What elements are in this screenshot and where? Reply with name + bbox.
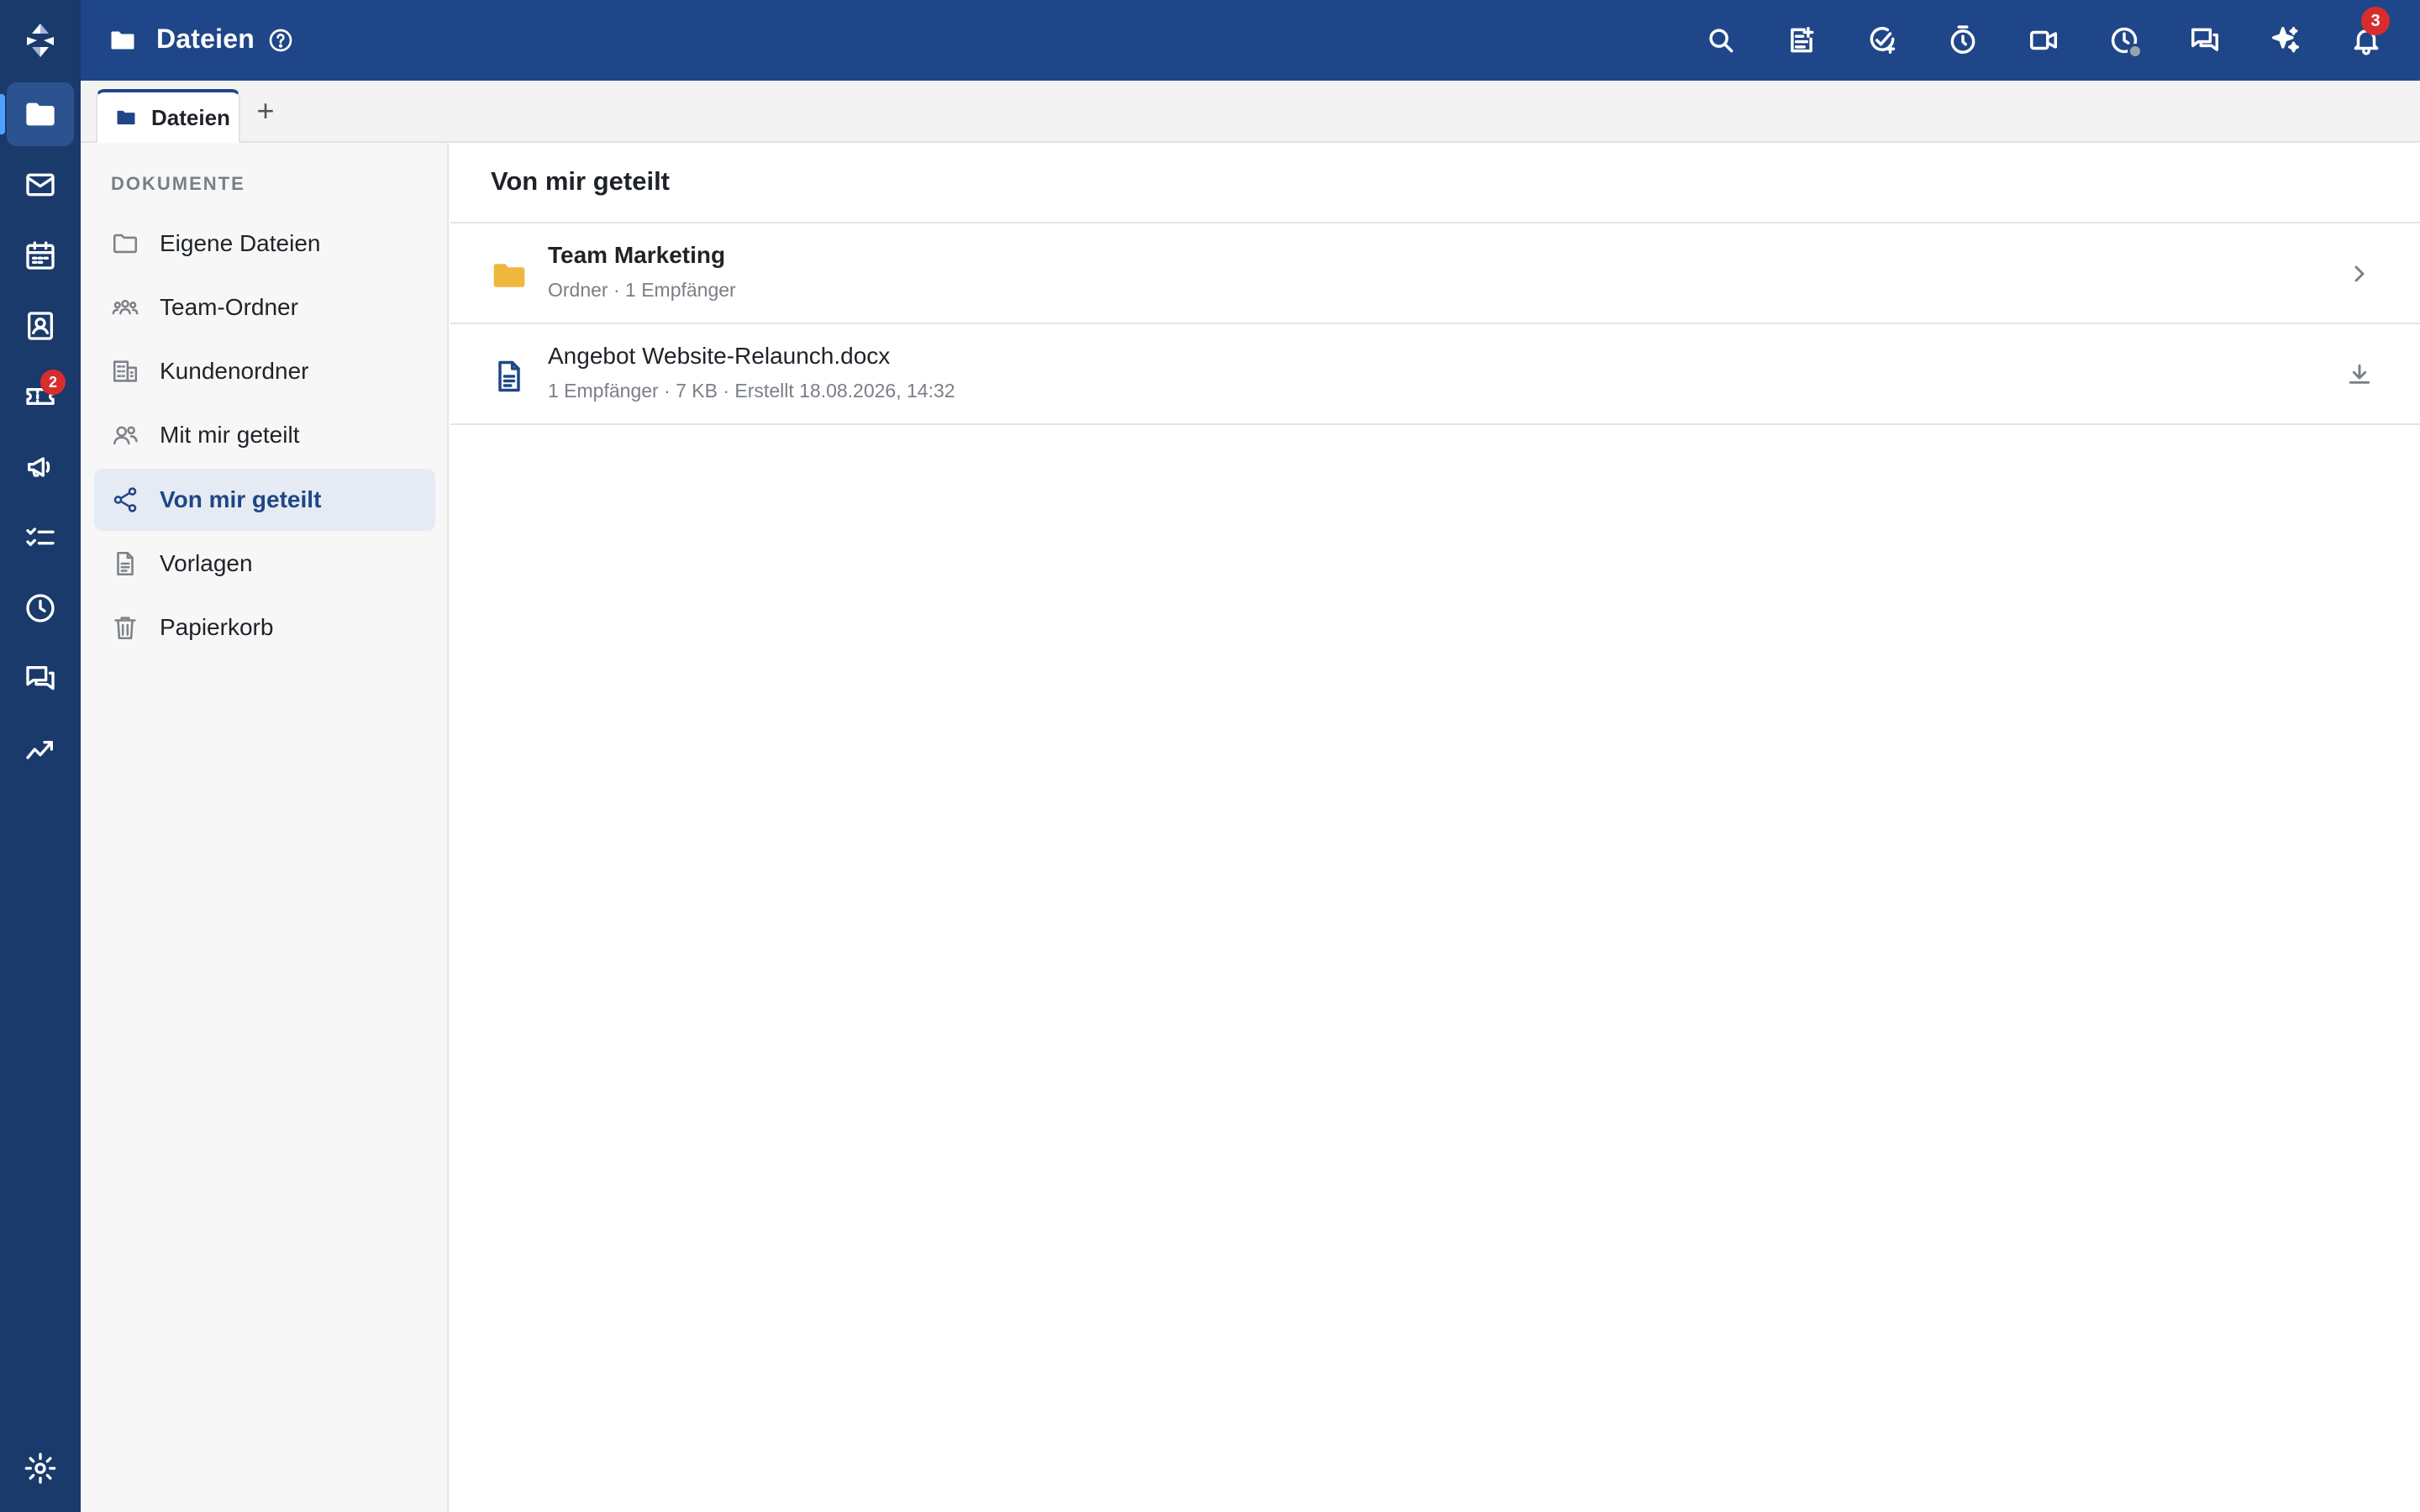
calendar-icon	[26, 241, 55, 270]
sidebar-item-von-mir-geteilt[interactable]: Von mir geteilt	[94, 469, 435, 531]
tab-label: Dateien	[151, 104, 230, 130]
new-task-button[interactable]	[1864, 22, 1901, 59]
contacts-icon	[28, 312, 53, 340]
list-item[interactable]: Angebot Website-Relaunch.docx 1 Empfänge…	[450, 324, 2420, 425]
folder-icon	[111, 31, 134, 50]
download-icon	[2349, 364, 2370, 384]
rail-item-tickets[interactable]: 2	[7, 365, 74, 428]
tasks-icon	[26, 528, 55, 546]
messages-icon	[2191, 28, 2218, 51]
tab-dateien[interactable]: Dateien	[96, 89, 240, 143]
search-icon	[1709, 29, 1733, 53]
video-icon	[2030, 30, 2057, 50]
folder-outline-icon	[113, 234, 138, 254]
sidebar-item-vorlagen[interactable]: Vorlagen	[94, 533, 435, 595]
top-bar: Dateien 3 ML	[81, 0, 2420, 81]
main-content: Von mir geteilt Team Marketing Ordner · …	[450, 143, 2420, 1512]
tickets-badge: 2	[40, 370, 66, 395]
rail-item-time[interactable]	[7, 576, 74, 640]
share-icon	[113, 487, 137, 512]
file-name: Team Marketing	[548, 242, 726, 268]
mail-icon	[26, 173, 55, 197]
sidebar-item-eigene-dateien[interactable]: Eigene Dateien	[94, 213, 435, 275]
messages-button[interactable]	[2186, 22, 2223, 59]
gear-icon	[24, 1452, 56, 1484]
sidebar-item-mit-mir-geteilt[interactable]: Mit mir geteilt	[94, 404, 435, 466]
chat-icon	[26, 666, 55, 690]
rail-item-calendar[interactable]	[7, 223, 74, 287]
list-item[interactable]: Team Marketing Ordner · 1 Empfänger	[450, 223, 2420, 324]
clock-icon	[26, 594, 55, 622]
note-add-icon	[1791, 27, 1814, 53]
add-tab-button[interactable]: +	[249, 93, 282, 128]
sidebar-item-team-ordner[interactable]: Team-Ordner	[94, 276, 435, 339]
folder-icon	[117, 110, 135, 125]
sidebar-item-label: Vorlagen	[160, 550, 253, 576]
document-icon	[498, 360, 520, 392]
task-check-icon	[1870, 27, 1896, 54]
search-button[interactable]	[1702, 22, 1739, 59]
folder-filled-icon	[493, 264, 525, 287]
template-icon	[117, 551, 134, 576]
trash-icon	[114, 617, 136, 640]
sidebar-item-papierkorb[interactable]: Papierkorb	[94, 596, 435, 659]
section-title: Von mir geteilt	[491, 166, 671, 196]
timer-button[interactable]	[1944, 22, 1981, 59]
rail-item-contacts[interactable]	[7, 294, 74, 358]
tab-strip: Dateien +	[81, 81, 2420, 143]
rail-item-mail[interactable]	[7, 153, 74, 217]
megaphone-icon	[28, 457, 50, 477]
chevron-right-icon	[2354, 265, 2365, 282]
notification-count-badge: 3	[2361, 7, 2390, 35]
download-button[interactable]	[2343, 358, 2376, 391]
help-circle-icon[interactable]	[267, 27, 294, 54]
sidebar-section-label: DOKUMENTE	[111, 173, 245, 194]
app-logo-icon[interactable]	[20, 20, 60, 60]
file-meta: Ordner · 1 Empfänger	[548, 279, 736, 301]
rail-item-files[interactable]	[0, 82, 74, 146]
sparkle-icon	[2272, 27, 2299, 53]
page-title: Dateien	[156, 24, 255, 54]
app-rail: 2	[0, 0, 81, 1512]
rail-item-campaigns[interactable]	[7, 435, 74, 499]
file-meta: 1 Empfänger · 7 KB · Erstellt 18.08.2026…	[548, 380, 955, 402]
timer-icon	[1950, 25, 1975, 54]
rail-item-analytics[interactable]	[7, 717, 74, 781]
file-name: Angebot Website-Relaunch.docx	[548, 343, 891, 369]
sidebar-item-label: Papierkorb	[160, 614, 274, 640]
rail-item-chat[interactable]	[7, 647, 74, 711]
sidebar-item-label: Mit mir geteilt	[160, 422, 300, 448]
sidebar-item-kundenordner[interactable]: Kundenordner	[94, 340, 435, 402]
sidebar-item-label: Von mir geteilt	[160, 486, 322, 512]
building-icon	[113, 360, 138, 382]
sidebar: DOKUMENTE Eigene Dateien Team-Ordner Kun…	[81, 143, 449, 1512]
sidebar-item-label: Kundenordner	[160, 358, 309, 384]
video-call-button[interactable]	[2025, 22, 2062, 59]
team-icon	[112, 299, 139, 315]
open-folder-button[interactable]	[2343, 257, 2376, 291]
folder-icon	[26, 102, 55, 126]
analytics-icon	[26, 741, 53, 759]
rail-item-tasks[interactable]	[7, 506, 74, 570]
history-status-dot	[2128, 44, 2143, 59]
ai-assistant-button[interactable]	[2267, 22, 2304, 59]
new-note-button[interactable]	[1783, 22, 1820, 59]
sidebar-item-label: Eigene Dateien	[160, 230, 321, 256]
sidebar-item-label: Team-Ordner	[160, 294, 298, 320]
users-icon	[113, 426, 138, 445]
rail-item-settings[interactable]	[7, 1436, 74, 1500]
